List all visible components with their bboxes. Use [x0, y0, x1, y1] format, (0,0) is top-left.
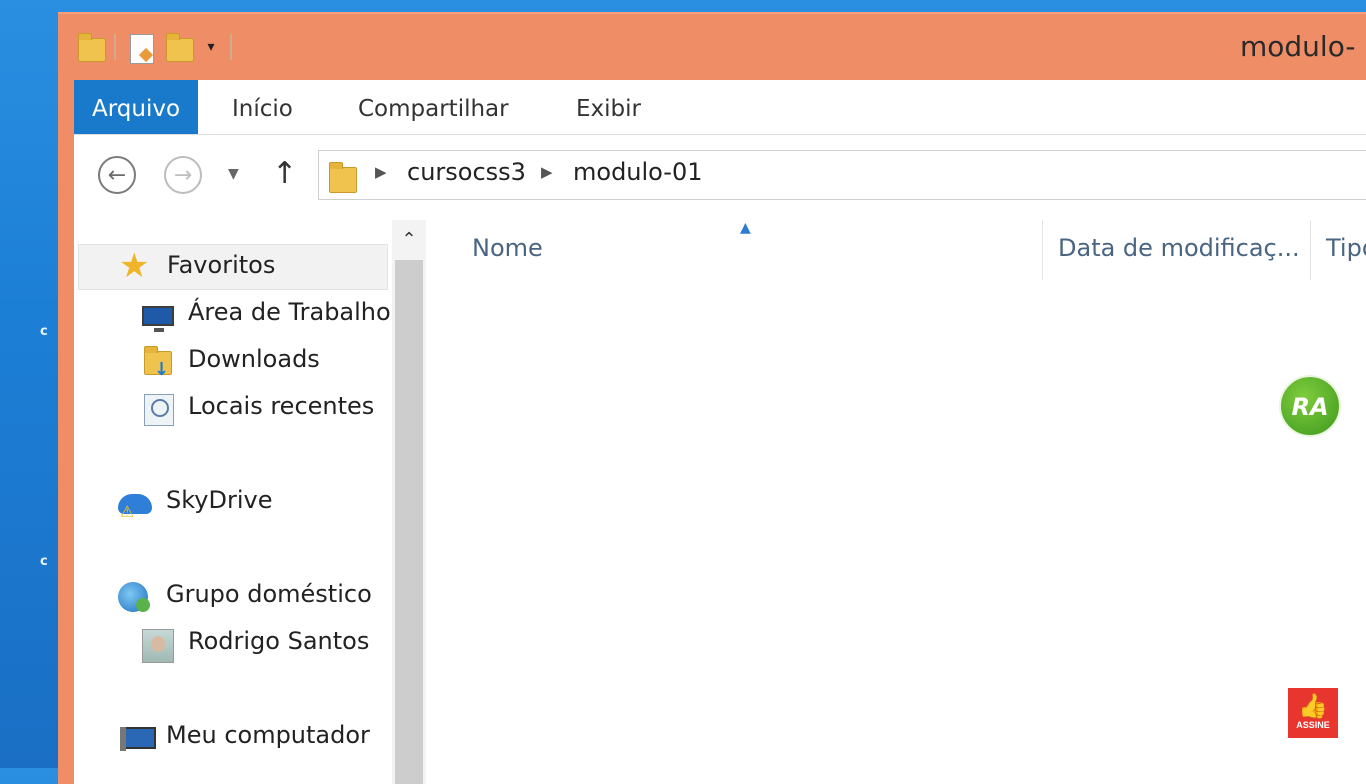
- nav-item-label: Grupo doméstico: [166, 580, 372, 608]
- quick-access-toolbar: ▾: [76, 32, 232, 64]
- nav-item-grupo-domestico[interactable]: Grupo doméstico: [74, 574, 390, 618]
- breadcrumb-chevron-icon[interactable]: ▶: [375, 163, 387, 181]
- star-icon: ★: [119, 246, 150, 286]
- column-divider[interactable]: [1310, 220, 1311, 280]
- nav-item-meu-computador[interactable]: Meu computador: [74, 715, 390, 759]
- breadcrumb-modulo-01[interactable]: modulo-01: [573, 158, 703, 186]
- nav-item-favoritos[interactable]: ★ Favoritos: [78, 244, 388, 290]
- nav-item-label: Downloads: [188, 345, 320, 373]
- up-arrow-icon[interactable]: ↑: [272, 156, 297, 191]
- nav-item-label: Locais recentes: [188, 392, 375, 420]
- address-bar-row: ← → ▼ ↑ ▶ cursocss3 ▶ modulo-01: [74, 136, 1366, 208]
- computer-icon: [120, 723, 156, 751]
- nav-item-label: Favoritos: [167, 251, 276, 279]
- forward-button[interactable]: →: [164, 156, 202, 194]
- user-avatar-icon: [142, 629, 174, 663]
- scroll-up-icon[interactable]: ⌃: [392, 220, 426, 260]
- customize-toolbar-dropdown-icon[interactable]: ▾: [202, 39, 220, 55]
- ra-logo-overlay: RA: [1279, 375, 1341, 437]
- nav-item-label: Meu computador: [166, 721, 370, 749]
- desktop-icon-label-fragment: c: [40, 554, 48, 569]
- nav-item-label: Área de Trabalho: [188, 298, 391, 326]
- nav-item-area-de-trabalho[interactable]: Área de Trabalho: [74, 292, 391, 336]
- nav-item-downloads[interactable]: ↓ Downloads: [74, 339, 390, 383]
- title-bar: ▾ modulo-: [58, 14, 1366, 80]
- folder-icon[interactable]: [76, 32, 106, 62]
- file-list: ▲ Nome Data de modificaç... Tipo: [426, 220, 1366, 784]
- column-header-nome[interactable]: Nome: [472, 234, 543, 262]
- column-header-tipo[interactable]: Tipo: [1326, 234, 1366, 262]
- breadcrumb-chevron-icon[interactable]: ▶: [541, 163, 553, 181]
- nav-item-locais-recentes[interactable]: Locais recentes: [74, 386, 390, 430]
- address-box[interactable]: ▶ cursocss3 ▶ modulo-01: [318, 150, 1366, 200]
- nav-item-skydrive[interactable]: ⚠ SkyDrive: [74, 480, 390, 524]
- skydrive-cloud-icon: ⚠: [118, 488, 152, 521]
- nav-item-rodrigo-santos[interactable]: Rodrigo Santos: [74, 621, 390, 665]
- folder-icon: [329, 159, 357, 193]
- nav-item-label: Rodrigo Santos: [188, 627, 370, 655]
- explorer-pane: Arquivo Início Compartilhar Exibir ← → ▼…: [74, 80, 1366, 784]
- scroll-thumb[interactable]: [395, 260, 423, 784]
- recent-places-icon: [142, 394, 174, 426]
- tab-arquivo[interactable]: Arquivo: [74, 80, 198, 134]
- explorer-window: ▾ modulo- Arquivo Início Compartilhar Ex…: [58, 12, 1366, 784]
- toolbar-separator: [114, 34, 116, 60]
- sort-ascending-icon: ▲: [740, 220, 751, 236]
- thumbs-up-icon: 👍: [1298, 692, 1328, 720]
- back-button[interactable]: ←: [98, 156, 136, 194]
- ribbon-tabs: Arquivo Início Compartilhar Exibir: [74, 80, 1366, 135]
- nav-item-label: SkyDrive: [166, 486, 273, 514]
- downloads-folder-icon: ↓: [142, 346, 172, 380]
- tab-inicio[interactable]: Início: [212, 80, 313, 134]
- tab-exibir[interactable]: Exibir: [556, 80, 661, 134]
- column-header-data-modificacao[interactable]: Data de modificaç...: [1058, 234, 1300, 262]
- subscribe-badge[interactable]: 👍 ASSINE: [1288, 688, 1338, 738]
- recent-locations-dropdown-icon[interactable]: ▼: [228, 166, 239, 182]
- nav-scrollbar[interactable]: ⌃: [392, 220, 426, 784]
- window-title: modulo-: [1240, 30, 1356, 63]
- toolbar-separator: [230, 34, 232, 60]
- new-folder-icon[interactable]: [164, 32, 194, 62]
- homegroup-icon: [118, 582, 150, 612]
- breadcrumb-cursocss3[interactable]: cursocss3: [407, 158, 526, 186]
- subscribe-label: ASSINE: [1296, 720, 1330, 730]
- navigation-pane: ★ Favoritos Área de Trabalho ↓ Downloads…: [74, 220, 392, 784]
- properties-icon[interactable]: [126, 32, 154, 64]
- desktop-icon: [142, 300, 174, 332]
- tab-compartilhar[interactable]: Compartilhar: [338, 80, 529, 134]
- desktop-icon-label-fragment: c: [40, 324, 48, 339]
- column-divider[interactable]: [1042, 220, 1043, 280]
